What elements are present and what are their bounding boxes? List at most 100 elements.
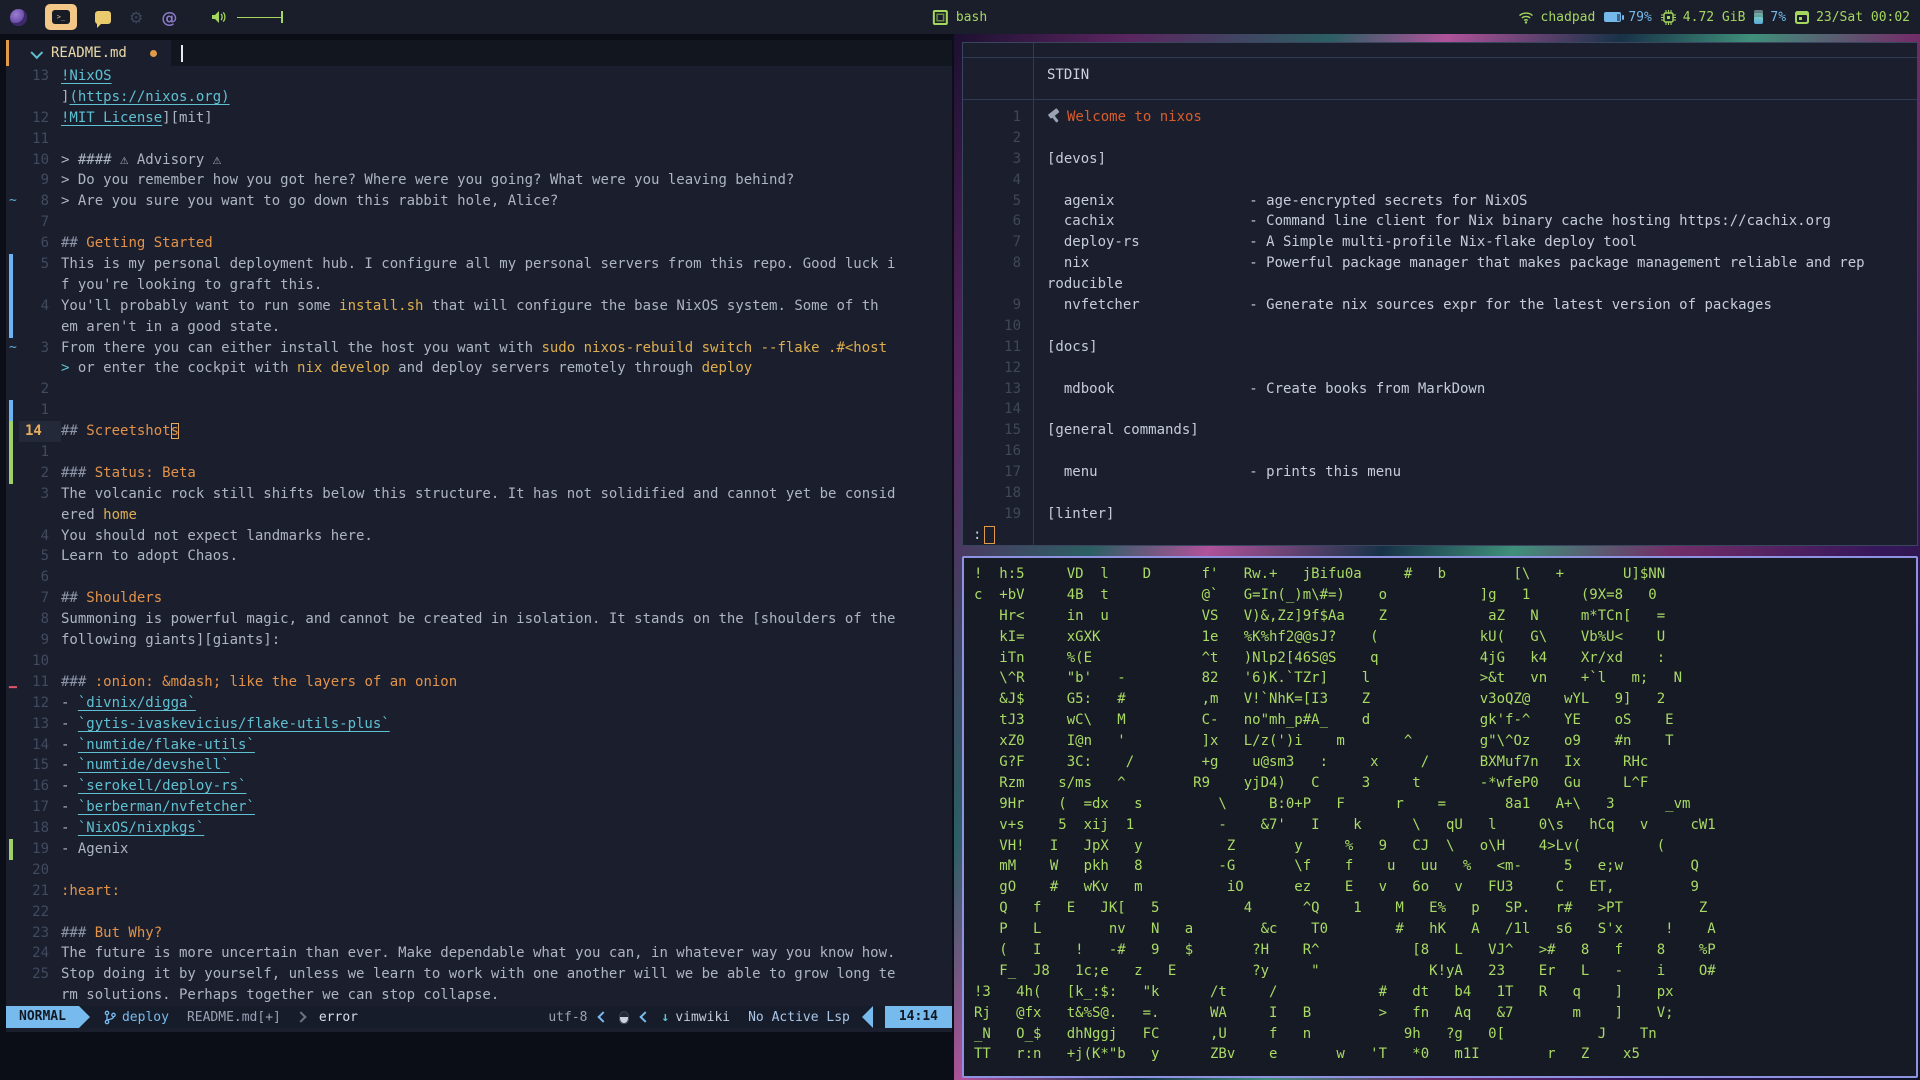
editor-row[interactable]: 23 ### But Why? bbox=[6, 923, 952, 944]
line-number: 13 bbox=[32, 68, 49, 84]
pager-row: 5 agenix - age-encrypted secrets for Nix… bbox=[963, 191, 1917, 212]
editor-row[interactable]: 17 - `berberman/nvfetcher` bbox=[6, 797, 952, 818]
matrix-row: G?F 3C: / +g u@sm3 : x / BXMuf7n Ix RHc bbox=[974, 754, 1649, 771]
gear-icon[interactable]: ⚙ bbox=[129, 8, 143, 27]
gutter-sign bbox=[6, 651, 19, 672]
editor-row[interactable]: 10 bbox=[6, 651, 952, 672]
gutter-sign bbox=[6, 714, 19, 735]
matrix-row: ! h:5 VD l D f' Rw.+ jBifu0a # b [\ + U]… bbox=[974, 566, 1666, 582]
editor-row[interactable]: ~3 From there you can either install the … bbox=[6, 338, 952, 359]
editor-row[interactable]: 9 following giants][giants]: bbox=[6, 630, 952, 651]
encoding-label: utf-8 bbox=[548, 1009, 588, 1025]
editor-row[interactable]: 12 - `divnix/digga` bbox=[6, 693, 952, 714]
editor-row[interactable]: 3 The volcanic rock still shifts below th… bbox=[6, 484, 952, 505]
matrix-window[interactable]: ! h:5 VD l D f' Rw.+ jBifu0a # b [\ + U]… bbox=[962, 556, 1918, 1078]
editor-row[interactable]: 14 ## Screetshots bbox=[6, 421, 952, 443]
pager-row: 10 bbox=[963, 316, 1917, 337]
editor-row[interactable]: 20 bbox=[6, 860, 952, 881]
editor-row[interactable]: 2 bbox=[6, 379, 952, 400]
editor-row[interactable]: 13 - `gytis-ivaskevicius/flake-utils-plus… bbox=[6, 714, 952, 735]
editor-row[interactable]: 13 !NixOS bbox=[6, 66, 952, 87]
pager-row: 1 Welcome to nixos bbox=[963, 107, 1917, 128]
editor-row[interactable]: 15 - `numtide/devshell` bbox=[6, 755, 952, 776]
pager-line-number: 8 bbox=[1012, 255, 1021, 272]
line-number: 8 bbox=[40, 611, 49, 628]
editor-row[interactable]: 5 This is my personal deployment hub. I c… bbox=[6, 254, 952, 275]
editor-row[interactable]: 1 bbox=[6, 442, 952, 463]
editor-row[interactable]: 9 > Do you remember how you got here? Whe… bbox=[6, 170, 952, 191]
line-text: !NixOS bbox=[61, 68, 112, 84]
line-number: 19 bbox=[32, 840, 49, 857]
editor-row[interactable]: ](https://nixos.org) bbox=[6, 87, 952, 108]
editor-row[interactable]: rm solutions. Perhaps together we can st… bbox=[6, 985, 952, 1006]
pager-line-number bbox=[963, 274, 1047, 295]
firefox-icon[interactable] bbox=[10, 8, 27, 26]
pager-line-number: 10 bbox=[1004, 317, 1021, 334]
gutter-sign bbox=[6, 755, 19, 776]
memory-value: 4.72 GiB bbox=[1682, 9, 1746, 25]
wifi-icon bbox=[1518, 11, 1533, 24]
pager-prompt[interactable]: : bbox=[973, 525, 996, 545]
chevron-left-icon bbox=[597, 1011, 610, 1023]
line-text: ](https://nixos.org) bbox=[61, 88, 230, 105]
editor-row[interactable]: 7 ## Shoulders bbox=[6, 588, 952, 609]
editor-row[interactable]: > or enter the cockpit with nix develop … bbox=[6, 358, 952, 379]
editor-row[interactable]: em aren't in a good state. bbox=[6, 316, 952, 338]
pager-line-number: 2 bbox=[1012, 129, 1021, 146]
focused-window-title: bash bbox=[932, 9, 987, 25]
editor-row[interactable]: ered home bbox=[6, 505, 952, 526]
terminal-icon[interactable]: >_ bbox=[45, 4, 77, 30]
editor-row[interactable]: 6 ## Getting Started bbox=[6, 233, 952, 254]
tab-readme[interactable]: README.md bbox=[9, 40, 171, 66]
matrix-row: Q f E JK[ 5 4 ^Q 1 M E% p SP. r# >PT Z bbox=[974, 900, 1708, 917]
line-text: following giants][giants]: bbox=[61, 632, 281, 649]
line-number bbox=[19, 985, 61, 1006]
editor-row[interactable]: 14 - `numtide/flake-utils` bbox=[6, 735, 952, 756]
editor-row[interactable]: 4 You should not expect landmarks here. bbox=[6, 526, 952, 547]
gutter-sign bbox=[6, 358, 19, 379]
editor-row[interactable]: 24 The future is more uncertain than ever… bbox=[6, 943, 952, 964]
editor-text-area[interactable]: 13 !NixOS ](https://nixos.org) 12 !MIT Licen… bbox=[6, 66, 952, 1007]
chevron-right-icon bbox=[295, 1011, 307, 1023]
cpu-percent: 7% bbox=[1770, 9, 1787, 25]
line-number: 9 bbox=[40, 172, 49, 189]
editor-row[interactable]: 19 - Agenix bbox=[6, 838, 952, 860]
editor-row[interactable]: 6 bbox=[6, 567, 952, 588]
pager-row: 9 nvfetcher - Generate nix sources expr … bbox=[963, 295, 1917, 316]
chat-icon[interactable] bbox=[95, 10, 111, 28]
editor-row[interactable]: 21:heart: bbox=[6, 881, 952, 902]
editor-row[interactable]: 11 bbox=[6, 129, 952, 150]
editor-row[interactable]: 4 You'll probably want to run some instal… bbox=[6, 295, 952, 317]
pager-line-text: [linter] bbox=[1047, 505, 1115, 522]
gutter-sign bbox=[6, 588, 19, 609]
editor-row[interactable]: 25 Stop doing it by yourself, unless we l… bbox=[6, 964, 952, 985]
gutter-sign bbox=[6, 881, 19, 902]
editor-row[interactable]: 2 ### Status: Beta bbox=[6, 462, 952, 484]
editor-row[interactable]: 12 !MIT License][mit] bbox=[6, 108, 952, 129]
line-text: Learn to adopt Chaos. bbox=[61, 548, 239, 565]
editor-row[interactable]: 7 bbox=[6, 212, 952, 233]
editor-row[interactable]: 16 - `serokell/deploy-rs` bbox=[6, 776, 952, 797]
editor-row[interactable]: f you're looking to graft this. bbox=[6, 274, 952, 296]
at-icon[interactable]: @ bbox=[161, 8, 177, 27]
battery-icon bbox=[1604, 12, 1625, 22]
editor-row[interactable]: 10 > #### ⚠ Advisory ⚠ bbox=[6, 150, 952, 171]
line-number bbox=[19, 317, 61, 338]
editor-row[interactable]: 1 bbox=[6, 400, 952, 422]
editor-row[interactable]: 18 - `NixOS/nixpkgs` bbox=[6, 818, 952, 839]
gutter-sign bbox=[6, 838, 19, 860]
editor-row[interactable]: 22 bbox=[6, 902, 952, 923]
editor-row[interactable]: 5 Learn to adopt Chaos. bbox=[6, 546, 952, 567]
editor-row[interactable]: ~8 > Are you sure you want to go down thi… bbox=[6, 191, 952, 212]
volume-slider-handle[interactable] bbox=[281, 11, 284, 23]
volume-control[interactable] bbox=[211, 10, 285, 24]
editor-row[interactable]: ▁ 11 ### :onion: &mdash; like the layers o… bbox=[6, 672, 952, 693]
editor-window[interactable]: README.md 13 !NixOS](https://nixos.org) 12… bbox=[6, 40, 952, 1032]
editor-row[interactable]: 8 Summoning is powerful magic, and cannot… bbox=[6, 609, 952, 630]
gutter-sign bbox=[6, 150, 19, 171]
editor-statusline: NORMAL deploy README.md[+] error utf-8 ↓… bbox=[6, 1006, 952, 1028]
pager-window[interactable]: STDIN 1 Welcome to nixos 2 3 [devos] 4 5 ageni… bbox=[962, 42, 1918, 546]
line-number: 16 bbox=[32, 778, 49, 795]
volume-slider[interactable] bbox=[237, 10, 285, 24]
line-number: 9 bbox=[40, 632, 49, 649]
